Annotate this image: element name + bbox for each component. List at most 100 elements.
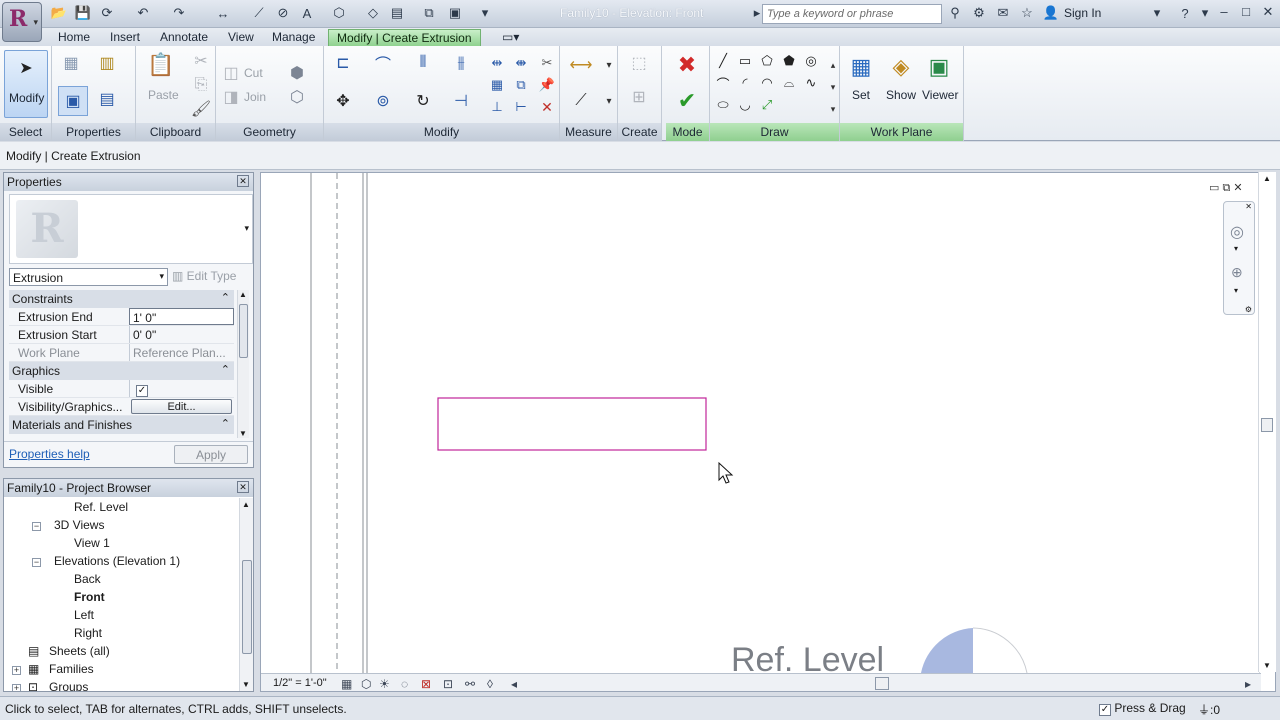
family-category-icon[interactable]: ▤ (96, 88, 118, 110)
match-properties-icon[interactable]: 🖌 (190, 98, 212, 120)
tab-annotate[interactable]: Annotate (152, 29, 216, 46)
level-head-marker[interactable] (921, 628, 973, 673)
tree-item[interactable]: Left (74, 608, 94, 622)
measure-between-icon[interactable]: ⟷ (570, 54, 593, 76)
tree-item[interactable]: Right (74, 626, 102, 640)
fillet-arc-icon[interactable]: ⌓ (778, 72, 800, 94)
type-selector-preview[interactable]: R ▾ (9, 194, 253, 264)
cut-geometry-icon[interactable]: ◫ (220, 62, 242, 84)
tree-item-selected[interactable]: Front (74, 590, 105, 604)
scroll-thumb[interactable] (239, 304, 248, 358)
user-icon[interactable]: 👤 (1042, 4, 1060, 22)
close-icon[interactable]: ✕ (1233, 182, 1242, 194)
create-similar-icon[interactable]: ⊞ (628, 86, 650, 108)
chevron-down-icon[interactable]: ▾ (1196, 4, 1214, 22)
thin-lines-icon[interactable]: ▤ (388, 4, 406, 22)
create-group-icon[interactable]: ⬚ (628, 52, 650, 74)
minimize-icon[interactable]: ▭ (1209, 182, 1219, 194)
close-icon[interactable]: ✕ (1245, 202, 1252, 211)
scale-icon[interactable]: ⧉ (510, 74, 532, 96)
zoom-region-icon[interactable]: ⊕ (1231, 264, 1243, 281)
wall-joins-icon[interactable]: ⬢ (286, 62, 308, 84)
collapse-icon[interactable]: ⌃ (221, 417, 230, 430)
tab-manage[interactable]: Manage (264, 29, 323, 46)
close-icon[interactable]: ✕ (237, 481, 249, 493)
delete-icon[interactable]: ✕ (536, 96, 558, 118)
move-icon[interactable]: ✥ (332, 90, 354, 112)
viewer-icon[interactable]: ▣ (928, 54, 950, 79)
center-arc-icon[interactable]: ◜ (734, 72, 756, 94)
chevron-up-icon[interactable]: ▲ (1263, 174, 1271, 183)
edit-type-button[interactable]: ▥ Edit Type (172, 269, 236, 283)
save-icon[interactable]: 💾 (74, 4, 92, 22)
aligned-dimension-icon[interactable]: ⟋ (570, 90, 592, 112)
start-end-arc-icon[interactable]: ⌒ (712, 72, 734, 94)
expand-toggle-icon[interactable]: + (12, 666, 21, 675)
set-work-plane-icon[interactable]: ▦ (850, 54, 872, 79)
chevron-down-icon[interactable]: ▾ (1234, 244, 1238, 253)
tree-item[interactable]: Elevations (Elevation 1) (54, 554, 180, 568)
selection-filter[interactable]: ⏚:0 (1198, 701, 1220, 718)
copy-element-icon[interactable]: ⊚ (372, 90, 394, 112)
array-icon[interactable]: ▦ (486, 74, 508, 96)
chevron-down-icon[interactable]: ▼ (242, 680, 250, 689)
visibility-edit-button[interactable]: Edit... (131, 399, 232, 414)
drawing-area[interactable]: Ref. Level ▭ ⧉ ✕ ✕ ◎ ▾ ⊕ ▾ ⚙ 1/2" = 1'-0… (260, 172, 1276, 692)
partial-ellipse-icon[interactable]: ◡ (734, 94, 756, 116)
join-geometry-icon[interactable]: ◨ (220, 86, 242, 108)
tree-item[interactable]: Families (49, 662, 94, 676)
circumscribed-polygon-icon[interactable]: ⬟ (778, 50, 800, 72)
finish-edit-mode-icon[interactable]: ✔ (676, 88, 698, 113)
chevron-left-icon[interactable]: ◂ (511, 677, 517, 691)
split-gap-icon[interactable]: ⇼ (510, 52, 532, 74)
tree-item[interactable]: View 1 (74, 536, 110, 550)
show-work-plane-icon[interactable]: ◈ (890, 54, 912, 79)
3d-view-icon[interactable]: ⬡ (330, 4, 348, 22)
show-label[interactable]: Show (886, 88, 916, 102)
chevron-down-icon[interactable]: ▾ (1148, 4, 1166, 22)
trim-single-icon[interactable]: ⊢ (510, 96, 532, 118)
chevron-down-icon[interactable]: ▾ (598, 90, 620, 112)
mirror-draw-icon[interactable]: ⫵ (450, 52, 472, 74)
reveal-hidden-icon[interactable]: ◊ (487, 677, 493, 691)
circle-icon[interactable]: ◎ (800, 50, 822, 72)
redo-icon[interactable]: ↷ (170, 4, 188, 22)
sun-path-icon[interactable]: ☀ (379, 677, 390, 691)
inscribed-polygon-icon[interactable]: ⬠ (756, 50, 778, 72)
chevron-up-icon[interactable]: ▲ (242, 500, 250, 509)
sketch-rectangle[interactable] (437, 397, 707, 451)
close-icon[interactable]: ✕ (1258, 4, 1278, 22)
tab-home[interactable]: Home (50, 29, 98, 46)
browser-scrollbar[interactable]: ▲ ▼ (239, 498, 253, 691)
collapse-icon[interactable]: ⌃ (221, 363, 230, 376)
properties-help-link[interactable]: Properties help (9, 447, 90, 461)
communication-icon[interactable]: ✉ (994, 4, 1012, 22)
horizontal-scroll-thumb[interactable] (875, 677, 889, 690)
type-properties-icon[interactable]: ▥ (96, 52, 118, 74)
spline-icon[interactable]: ∿ (800, 72, 822, 94)
subscription-icon[interactable]: ⚙ (970, 4, 988, 22)
chevron-right-icon[interactable]: ▸ (1245, 677, 1251, 691)
paste-icon[interactable]: 📋 (147, 52, 174, 77)
maximize-icon[interactable]: □ (1236, 4, 1256, 22)
apply-button[interactable]: Apply (174, 445, 248, 464)
press-drag-toggle[interactable]: ✓ Press & Drag (1096, 701, 1186, 716)
set-label[interactable]: Set (852, 88, 870, 102)
expand-toggle-icon[interactable]: + (12, 684, 21, 691)
open-icon[interactable]: 📂 (50, 4, 68, 22)
collapse-toggle-icon[interactable]: − (32, 558, 41, 567)
chevron-up-icon[interactable]: ▲ (239, 290, 247, 299)
search-input[interactable]: Type a keyword or phrase (762, 4, 942, 24)
align-icon[interactable]: ⊏ (332, 52, 354, 74)
tab-insert[interactable]: Insert (102, 29, 148, 46)
trim-multiple-icon[interactable]: ⊥ (486, 96, 508, 118)
cancel-edit-mode-icon[interactable]: ✖ (676, 52, 698, 77)
close-icon[interactable]: ✕ (237, 175, 249, 187)
category-materials-and-finishes[interactable]: Materials and Finishes ⌃ (9, 416, 234, 434)
temporary-hide-icon[interactable]: ⚯ (465, 677, 475, 691)
tab-modify-create-extrusion[interactable]: Modify | Create Extrusion (328, 29, 481, 46)
view-scale[interactable]: 1/2" = 1'-0" (273, 677, 327, 689)
chevron-down-icon[interactable]: ▼ (1263, 661, 1271, 670)
show-crop-icon[interactable]: ⊡ (443, 677, 453, 691)
category-constraints[interactable]: Constraints ⌃ (9, 290, 234, 308)
